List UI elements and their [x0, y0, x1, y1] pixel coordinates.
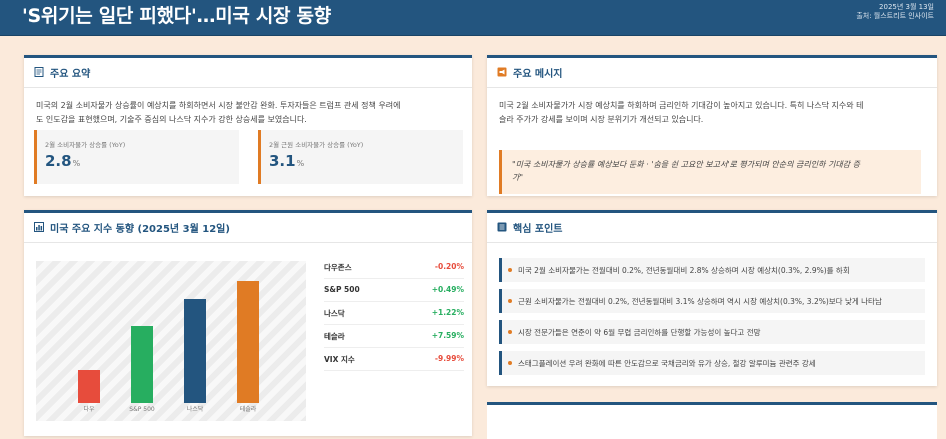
index-row: VIX 지수 -9.99% [324, 349, 464, 371]
key-points-card: 핵심 포인트 미국 2월 소비자물가는 전월대비 0.2%, 전년동월대비 2.… [487, 210, 937, 386]
index-name: 다우존스 [324, 263, 352, 272]
chart-bar [237, 281, 259, 403]
key-point-item: 근원 소비자물가는 전월대비 0.2%, 전년동월대비 3.1% 상승하며 역시… [499, 289, 925, 313]
summary-line: 미국의 2월 소비자물가 상승률이 예상치를 하회하면서 시장 불안감 완화. … [36, 101, 401, 110]
indices-title: 미국 주요 지수 동향 (2025년 3월 12일) [50, 224, 230, 235]
document-icon [34, 67, 44, 77]
index-change: +1.22% [431, 308, 464, 317]
index-name: VIX 지수 [324, 355, 355, 364]
page-header: 'S위기는 일단 피했다'…미국 시장 동향 2025년 3월 13일 출처: … [0, 0, 946, 36]
message-line: 미국 2월 소비자물가가 시장 예상치를 하회하며 금리인하 기대감이 높아지고… [499, 101, 864, 110]
stat-value: 3.1% [269, 152, 305, 170]
key-point-text: 스태그플레이션 우려 완화에 따른 안도감으로 국채금리와 유가 상승, 철강 … [518, 359, 816, 368]
checklist-icon [497, 222, 507, 232]
message-card-header: 주요 메시지 [487, 58, 937, 88]
index-change: -0.20% [434, 262, 464, 271]
index-bar-chart: 다우 S&P 500 나스닥 테슬라 [36, 261, 306, 421]
message-quote: "미국 소비자물가 상승률 예상보다 둔화 · '숨을 쉰 고요안 보고서'로 … [499, 150, 921, 194]
chart-bar-label: S&P 500 [129, 406, 155, 413]
chart-bar-label: 다우 [83, 406, 95, 413]
index-change: +7.59% [431, 331, 464, 340]
index-name: 나스닥 [324, 309, 345, 318]
index-row: 테슬라 +7.59% [324, 326, 464, 348]
key-point-text: 미국 2월 소비자물가는 전월대비 0.2%, 전년동월대비 2.8% 상승하며… [518, 266, 850, 275]
index-row: S&P 500 +0.49% [324, 280, 464, 302]
report-date: 2025년 3월 13일 [879, 3, 934, 11]
stat-value: 2.8% [45, 152, 81, 170]
page-title: 'S위기는 일단 피했다'…미국 시장 동향 [22, 5, 331, 27]
key-point-item: 미국 2월 소비자물가는 전월대비 0.2%, 전년동월대비 2.8% 상승하며… [499, 258, 925, 282]
index-change: +0.49% [431, 285, 464, 294]
summary-line: 도 인도감을 표현했으며, 기술주 중심의 나스닥 지수가 강한 상승세를 보였… [36, 115, 307, 124]
key-point-text: 시장 전문가들은 연준이 약 6월 무렵 금리인하를 단행할 가능성이 높다고 … [518, 328, 761, 337]
indices-card-header: 미국 주요 지수 동향 (2025년 3월 12일) [24, 213, 472, 243]
message-body: 미국 2월 소비자물가가 시장 예상치를 하회하며 금리인하 기대감이 높아지고… [499, 99, 929, 127]
summary-card-header: 주요 요약 [24, 58, 472, 88]
index-row: 다우존스 -0.20% [324, 257, 464, 279]
stat-label: 2월 근원 소비자물가 상승률 (YoY) [269, 141, 364, 149]
bullet-dot-icon [508, 330, 512, 334]
bullet-dot-icon [508, 361, 512, 365]
key-point-item: 스태그플레이션 우려 완화에 따른 안도감으로 국채금리와 유가 상승, 철강 … [499, 351, 925, 375]
stat-box-cpi: 2월 소비자물가 상승률 (YoY) 2.8% [34, 130, 239, 184]
chart-bar [131, 326, 153, 403]
index-name: 테슬라 [324, 332, 345, 341]
megaphone-icon [497, 67, 507, 77]
key-points-card-header: 핵심 포인트 [487, 213, 937, 243]
chart-bar-label: 나스닥 [186, 406, 204, 413]
bullet-dot-icon [508, 268, 512, 272]
chart-bar [184, 299, 206, 403]
bar-chart-icon [34, 222, 44, 232]
key-point-item: 시장 전문가들은 연준이 약 6월 무렵 금리인하를 단행할 가능성이 높다고 … [499, 320, 925, 344]
summary-body: 미국의 2월 소비자물가 상승률이 예상치를 하회하면서 시장 불안감 완화. … [36, 99, 466, 127]
indices-card: 미국 주요 지수 동향 (2025년 3월 12일) 다우 S&P 500 나스닥 테… [24, 210, 472, 436]
chart-bar [78, 370, 100, 403]
index-name: S&P 500 [324, 285, 360, 294]
summary-title: 주요 요약 [50, 69, 91, 80]
chart-bar-label: 테슬라 [239, 406, 257, 413]
key-point-text: 근원 소비자물가는 전월대비 0.2%, 전년동월대비 3.1% 상승하며 역시… [518, 297, 882, 306]
message-line: 슬라 주가가 강세를 보이며 시장 분위기가 개선되고 있습니다. [499, 115, 704, 124]
index-row: 나스닥 +1.22% [324, 303, 464, 325]
partial-card [487, 402, 937, 439]
quote-text: "미국 소비자물가 상승률 예상보다 둔화 · '숨을 쉰 고요안 보고서'로 … [512, 160, 860, 182]
message-title: 주요 메시지 [513, 69, 563, 80]
bullet-dot-icon [508, 299, 512, 303]
index-change: -9.99% [434, 354, 464, 363]
report-source: 출처: 월스트리트 인사이트 [856, 12, 934, 20]
stat-box-core-cpi: 2월 근원 소비자물가 상승률 (YoY) 3.1% [258, 130, 463, 184]
header-meta: 2025년 3월 13일 출처: 월스트리트 인사이트 [856, 3, 934, 21]
stat-label: 2월 소비자물가 상승률 (YoY) [45, 141, 126, 149]
key-points-title: 핵심 포인트 [513, 224, 563, 235]
message-card: 주요 메시지 미국 2월 소비자물가가 시장 예상치를 하회하며 금리인하 기대… [487, 55, 937, 196]
